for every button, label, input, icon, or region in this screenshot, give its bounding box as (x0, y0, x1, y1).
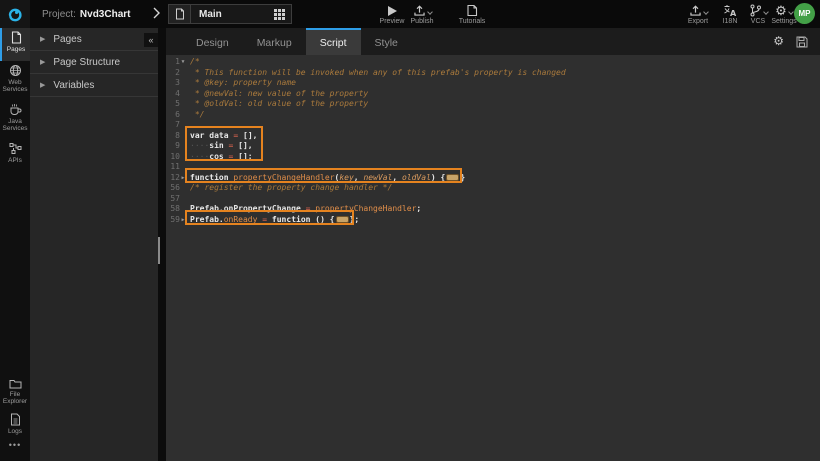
top-header: Project: Nvd3Chart Main (0, 0, 820, 28)
pages-panel: ▶ Pages ▶ Page Structure ▶ Variables « (30, 28, 158, 461)
page-doc-icon (169, 5, 191, 23)
user-avatar[interactable]: MP (794, 3, 815, 24)
line-number: 7 (166, 120, 180, 131)
publish-button[interactable]: Publish (402, 3, 442, 25)
chevron-down-icon (427, 9, 433, 15)
line-number: 4 (166, 89, 180, 100)
script-editor[interactable]: 1▼/*2 * This function will be invoked wh… (166, 55, 820, 461)
main-area: Design Markup Script Style ⚙ (166, 28, 820, 461)
save-floppy-icon (796, 36, 808, 48)
editor-tabbar: Design Markup Script Style ⚙ (166, 28, 820, 55)
folded-code-widget[interactable] (446, 174, 459, 181)
line-number: 6 (166, 110, 180, 121)
sidebar-item-apis[interactable]: APIs (0, 139, 30, 170)
line-number: 8 (166, 131, 180, 142)
scrollbar-thumb[interactable] (158, 237, 160, 264)
tutorials-book-icon (466, 3, 478, 17)
selected-page-name: Main (191, 9, 274, 20)
coffee-icon (9, 103, 22, 116)
play-icon (387, 3, 398, 17)
line-number: 11 (166, 162, 180, 173)
code-line[interactable]: 58Prefab.onPropertyChange = propertyChan… (166, 204, 820, 215)
gear-icon: ⚙ (775, 4, 787, 17)
branch-icon (749, 4, 762, 17)
fold-closed-icon[interactable]: ▶ (180, 173, 186, 184)
code-line[interactable]: 9····sin = [], (166, 141, 820, 152)
fold-open-icon[interactable]: ▼ (180, 57, 186, 68)
page-grid-icon[interactable] (274, 9, 285, 20)
expand-arrow-icon: ▶ (40, 58, 45, 66)
gear-icon: ⚙ (773, 35, 784, 48)
panel-divider[interactable] (158, 28, 166, 461)
project-label: Project: (42, 9, 76, 20)
code-line[interactable]: 6 */ (166, 110, 820, 121)
panel-section-pages[interactable]: ▶ Pages (30, 28, 158, 51)
tutorials-button[interactable]: Tutorials (452, 3, 492, 25)
code-line[interactable]: 4 * @newVal: new value of the property (166, 89, 820, 100)
expand-arrow-icon: ▶ (40, 81, 45, 89)
line-number: 12 (166, 173, 180, 184)
code-line[interactable]: 1▼/* (166, 57, 820, 68)
code-line[interactable]: 5 * @oldVal: old value of the property (166, 99, 820, 110)
tab-style[interactable]: Style (361, 28, 412, 55)
project-breadcrumb: Project: Nvd3Chart (42, 0, 130, 28)
translate-icon: A (723, 3, 737, 17)
sidebar-more-button[interactable]: ••• (0, 440, 30, 450)
sidebar-item-logs[interactable]: Logs (0, 410, 30, 440)
line-number: 2 (166, 68, 180, 79)
app-logo[interactable] (0, 0, 30, 28)
line-number: 56 (166, 183, 180, 194)
save-button[interactable] (796, 36, 808, 48)
page-icon (11, 31, 22, 44)
expand-arrow-icon: ▶ (40, 35, 45, 43)
line-number: 10 (166, 152, 180, 163)
chevron-down-icon (703, 9, 709, 15)
line-number: 58 (166, 204, 180, 215)
panel-collapse-button[interactable]: « (144, 33, 158, 47)
chevron-down-icon (788, 9, 794, 15)
wavemaker-logo-icon (7, 6, 23, 22)
left-sidebar: Pages Web Services Java Services (0, 28, 30, 461)
tab-markup[interactable]: Markup (243, 28, 306, 55)
code-line[interactable]: 10····cos = []; (166, 152, 820, 163)
sidebar-item-java-services[interactable]: Java Services (0, 100, 30, 139)
app-window: Project: Nvd3Chart Main (0, 0, 820, 461)
line-number: 5 (166, 99, 180, 110)
folder-icon (9, 378, 22, 389)
page-selector[interactable]: Main (168, 4, 292, 24)
code-line[interactable]: 11 (166, 162, 820, 173)
line-number: 3 (166, 78, 180, 89)
svg-text:A: A (730, 9, 737, 17)
logs-icon (10, 413, 21, 426)
breadcrumb-chevron-icon (153, 7, 160, 19)
tab-design[interactable]: Design (182, 28, 243, 55)
fold-closed-icon[interactable]: ▶ (180, 215, 186, 226)
sidebar-item-file-explorer[interactable]: File Explorer (0, 375, 30, 412)
api-icon (9, 142, 22, 155)
line-number: 9 (166, 141, 180, 152)
panel-section-page-structure[interactable]: ▶ Page Structure (30, 51, 158, 74)
code-line[interactable]: 57 (166, 194, 820, 205)
code-line[interactable]: 12▶function propertyChangeHandler(key, n… (166, 173, 820, 184)
line-number: 57 (166, 194, 180, 205)
panel-section-variables[interactable]: ▶ Variables (30, 74, 158, 97)
editor-settings-button[interactable]: ⚙ (773, 35, 784, 48)
sidebar-item-pages[interactable]: Pages (0, 28, 30, 61)
upload-icon (413, 4, 426, 17)
code-lines: 1▼/*2 * This function will be invoked wh… (166, 57, 820, 225)
line-number: 1 (166, 57, 180, 68)
globe-icon (9, 64, 22, 77)
project-name: Nvd3Chart (80, 9, 131, 20)
code-line[interactable]: 56/* register the property change handle… (166, 183, 820, 194)
code-line[interactable]: 3 * @key: property name (166, 78, 820, 89)
code-line[interactable]: 2 * This function will be invoked when a… (166, 68, 820, 79)
line-number: 59 (166, 215, 180, 226)
sidebar-item-web-services[interactable]: Web Services (0, 61, 30, 100)
code-line[interactable]: 7 (166, 120, 820, 131)
export-icon (689, 4, 702, 17)
code-line[interactable]: 59▶Prefab.onReady = function () {}; (166, 215, 820, 226)
code-line[interactable]: 8var data = [], (166, 131, 820, 142)
folded-code-widget[interactable] (336, 216, 349, 223)
tab-script[interactable]: Script (306, 28, 361, 55)
